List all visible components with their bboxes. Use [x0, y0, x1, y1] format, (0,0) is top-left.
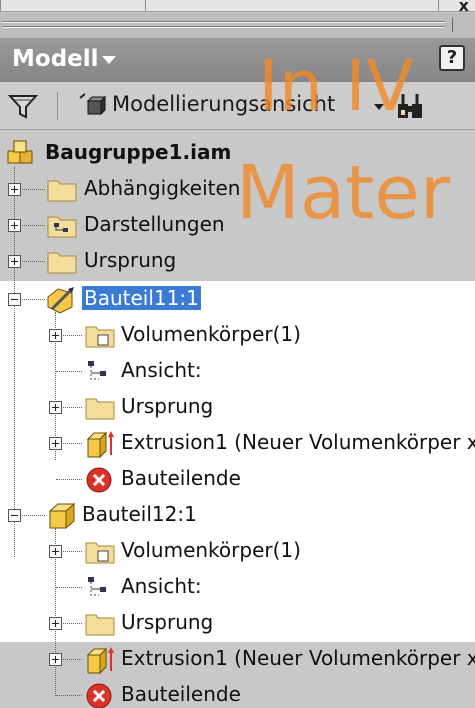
tree-item-view[interactable]: Ansicht: [0, 353, 475, 389]
end-of-part-icon [86, 683, 112, 708]
tree-item-label: Bauteilende [121, 466, 241, 490]
panel-title[interactable]: Modell [12, 46, 99, 72]
solid-bodies-icon [85, 326, 115, 348]
tree-item-abhaengigkeiten[interactable]: Abhängigkeiten [0, 171, 475, 207]
toolbar-divider [57, 92, 58, 120]
tree-item-label: Volumenkörper(1) [121, 322, 301, 346]
tree-item-extrusion[interactable]: Extrusion1 (Neuer Volumenkörper x 1) [0, 641, 475, 677]
end-of-part-icon [86, 467, 112, 493]
tree-item-ursprung[interactable]: Ursprung [0, 243, 475, 279]
tree-item-solid-bodies[interactable]: Volumenkörper(1) [0, 533, 475, 569]
window-top-strip: x [0, 0, 475, 15]
tree-item-label: Baugruppe1.iam [45, 140, 232, 164]
view-rep-icon [88, 577, 106, 596]
tree-item-label: Abhängigkeiten [84, 176, 241, 200]
tree-item-label: Extrusion1 (Neuer Volumenkörper x 1) [121, 430, 475, 454]
tree-item-darstellungen[interactable]: Darstellungen [0, 207, 475, 243]
part-icon [48, 502, 76, 530]
tree-item-origin[interactable]: Ursprung [0, 389, 475, 425]
tree-item-label: Ansicht: [121, 358, 202, 382]
expand-icon[interactable] [49, 617, 62, 630]
collapse-icon[interactable] [8, 509, 21, 522]
tree-item-label: Bauteil12:1 [82, 502, 197, 526]
divider [438, 0, 439, 11]
tree-item-label: Ansicht: [121, 574, 202, 598]
model-browser-tree: Baugruppe1.iam Abhängigkeiten Darstellun… [0, 131, 475, 708]
solid-bodies-icon [85, 542, 115, 564]
folder-icon [85, 398, 115, 420]
grip-line [2, 22, 445, 23]
view-rep-icon [88, 361, 106, 380]
tree-item-label: Volumenkörper(1) [121, 538, 301, 562]
find-icon[interactable] [394, 90, 428, 122]
divider [145, 0, 146, 11]
view-selector-label[interactable]: Modellierungsansicht [112, 92, 335, 116]
tree-item-origin[interactable]: Ursprung [0, 605, 475, 641]
view-cube-icon [79, 93, 106, 116]
tree-connector [56, 695, 82, 696]
folder-icon [85, 614, 115, 636]
expand-icon[interactable] [49, 653, 62, 666]
grip-line [2, 27, 445, 28]
expand-icon[interactable] [49, 437, 62, 450]
part-edit-icon [47, 287, 74, 314]
tree-item-label: Bauteilende [121, 682, 241, 706]
chevron-down-icon[interactable] [374, 104, 384, 110]
help-icon[interactable]: ? [439, 45, 465, 71]
tree-root-row[interactable]: Baugruppe1.iam [0, 135, 475, 171]
tree-item-label: Bauteil11:1 [82, 286, 201, 310]
tree-item-end-of-part[interactable]: Bauteilende [0, 461, 475, 497]
panel-header: Modell ? [0, 38, 475, 82]
tree-item-solid-bodies[interactable]: Volumenkörper(1) [0, 317, 475, 353]
tree-item-label: Darstellungen [84, 212, 225, 236]
expand-icon[interactable] [8, 255, 21, 268]
panel-grip[interactable] [0, 13, 475, 38]
grip-end-tick [452, 18, 453, 32]
expand-icon[interactable] [49, 401, 62, 414]
tree-item-label: Ursprung [121, 394, 214, 418]
folder-icon [47, 180, 77, 202]
expand-icon[interactable] [49, 329, 62, 342]
divider [0, 0, 1, 11]
expand-icon[interactable] [8, 219, 21, 232]
tree-item-end-of-part[interactable]: Bauteilende [0, 677, 475, 708]
representations-icon [47, 216, 77, 238]
assembly-icon [7, 140, 33, 164]
tree-connector [56, 371, 82, 372]
extrusion-icon [86, 431, 114, 459]
expand-icon[interactable] [8, 183, 21, 196]
browser-toolbar: Modellierungsansicht [0, 82, 475, 130]
tree-item-view[interactable]: Ansicht: [0, 569, 475, 605]
tree-item-part[interactable]: Bauteil11:1 [0, 281, 475, 317]
tree-item-label: Extrusion1 (Neuer Volumenkörper x 1) [121, 646, 475, 670]
tree-item-part[interactable]: Bauteil12:1 [0, 497, 475, 533]
folder-icon [47, 252, 77, 274]
filter-icon[interactable] [8, 92, 38, 120]
tree-item-extrusion[interactable]: Extrusion1 (Neuer Volumenkörper x 1) [0, 425, 475, 461]
tree-connector [56, 587, 82, 588]
tree-item-label: Ursprung [121, 610, 214, 634]
collapse-icon[interactable] [8, 293, 21, 306]
tree-item-label: Ursprung [84, 248, 177, 272]
chevron-down-icon[interactable] [102, 56, 116, 64]
tree-connector [56, 479, 82, 480]
expand-icon[interactable] [49, 545, 62, 558]
extrusion-icon [86, 647, 114, 675]
